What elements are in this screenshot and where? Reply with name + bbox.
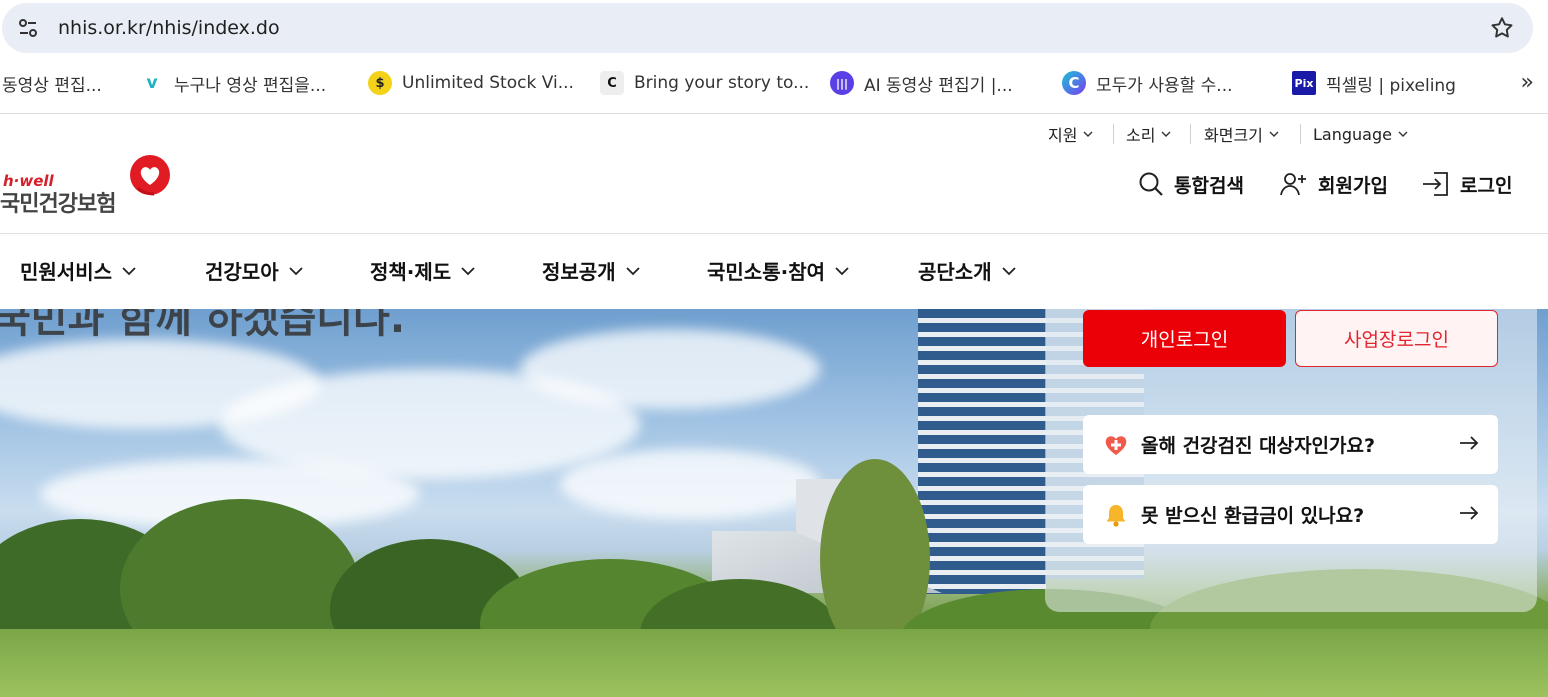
site-info-icon[interactable] (4, 4, 52, 52)
nav-item-participation[interactable]: 국민소통·참여 (707, 256, 849, 285)
nav-item-policy[interactable]: 정책·제도 (370, 256, 475, 285)
utility-language[interactable]: Language (1313, 120, 1408, 148)
nav-item-about[interactable]: 공단소개 (918, 256, 1016, 285)
personal-login-button[interactable]: 개인로그인 (1083, 310, 1286, 367)
quick-link-refund[interactable]: 못 받으신 환급금이 있나요? (1083, 485, 1498, 544)
utility-divider (1113, 124, 1114, 144)
nav-item-civil-service[interactable]: 민원서비스 (20, 256, 136, 285)
address-bar[interactable]: nhis.or.kr/nhis/index.do (2, 3, 1533, 53)
signup-button[interactable]: 회원가입 (1280, 168, 1388, 200)
chevron-down-icon (461, 266, 475, 275)
bookmark-item[interactable]: v 누구나 영상 편집을... (140, 66, 326, 100)
search-icon (1139, 172, 1163, 196)
bookmark-item[interactable]: C Bring your story to... (600, 66, 809, 100)
login-icon (1423, 172, 1448, 196)
utility-divider (1300, 124, 1301, 144)
utility-sound[interactable]: 소리 (1126, 120, 1171, 148)
arrow-right-icon (1460, 506, 1479, 520)
utility-sound-label: 소리 (1126, 126, 1156, 145)
signup-label: 회원가입 (1318, 174, 1388, 197)
business-login-button[interactable]: 사업장로그인 (1295, 310, 1498, 367)
integrated-search-label: 통합검색 (1174, 174, 1244, 197)
login-button[interactable]: 로그인 (1422, 168, 1512, 200)
lawn (0, 629, 1548, 697)
nav-label: 민원서비스 (20, 260, 112, 284)
heart-plus-icon (1103, 432, 1129, 458)
heart-logo-icon (130, 155, 170, 196)
nav-item-disclosure[interactable]: 정보공개 (542, 256, 640, 285)
utility-language-label: Language (1313, 124, 1392, 144)
audio-wave-icon: ||| (830, 71, 854, 95)
bookmark-label: 동영상 편집... (2, 75, 102, 96)
vrew-icon: v (146, 73, 158, 93)
cloud (560, 449, 820, 519)
bookmark-label: AI 동영상 편집기 |... (864, 75, 1013, 96)
bookmark-label: Unlimited Stock Vi... (402, 73, 574, 93)
quick-link-label: 못 받으신 환급금이 있나요? (1141, 505, 1365, 527)
chevron-down-icon (1001, 266, 1016, 275)
bookmarks-bar: 동영상 편집... v 누구나 영상 편집을... $ Unlimited St… (0, 60, 1548, 106)
utility-support[interactable]: 지원 (1048, 120, 1093, 148)
bookmark-label: 모두가 사용할 수... (1096, 75, 1233, 96)
pix-icon: Pix (1292, 71, 1316, 95)
nav-label: 국민소통·참여 (707, 260, 825, 284)
logo-name: 국민건강보험 (0, 192, 116, 217)
nav-item-health-moa[interactable]: 건강모아 (205, 256, 303, 285)
clipchamp-icon: C (600, 71, 624, 95)
url-text[interactable]: nhis.or.kr/nhis/index.do (58, 17, 280, 39)
canva-icon: C (1062, 71, 1086, 95)
bookmark-item[interactable]: 동영상 편집... (2, 66, 102, 100)
add-user-icon (1280, 173, 1306, 196)
chevron-down-icon (122, 266, 136, 275)
bookmark-item[interactable]: C 모두가 사용할 수... (1062, 66, 1233, 100)
cloud (520, 329, 820, 409)
chevron-down-icon (625, 266, 640, 275)
nav-label: 건강모아 (205, 260, 279, 284)
bell-icon (1103, 502, 1129, 528)
chevron-down-icon (1398, 131, 1408, 137)
nav-label: 공단소개 (918, 260, 992, 284)
chevron-down-icon (835, 266, 849, 275)
chevron-down-icon (1083, 131, 1093, 137)
bookmarks-overflow-button[interactable]: » (1521, 70, 1534, 95)
chevron-down-icon (288, 266, 303, 275)
quick-link-health-checkup[interactable]: 올해 건강검진 대상자인가요? (1083, 415, 1498, 474)
quick-link-label: 올해 건강검진 대상자인가요? (1141, 435, 1376, 457)
building-tower (918, 309, 1046, 594)
utility-screen-size[interactable]: 화면크기 (1204, 120, 1279, 148)
utility-screen-size-label: 화면크기 (1204, 126, 1263, 145)
browser-toolbar: nhis.or.kr/nhis/index.do (0, 0, 1548, 60)
bookmark-item[interactable]: $ Unlimited Stock Vi... (368, 66, 574, 100)
integrated-search-button[interactable]: 통합검색 (1138, 168, 1244, 200)
nav-label: 정책·제도 (370, 260, 452, 284)
chevron-down-icon (1161, 131, 1171, 137)
login-label: 로그인 (1460, 174, 1513, 197)
chevron-down-icon (1269, 131, 1279, 137)
bookmark-item[interactable]: ||| AI 동영상 편집기 |... (830, 66, 1013, 100)
nav-label: 정보공개 (542, 260, 616, 284)
utility-support-label: 지원 (1048, 126, 1078, 145)
bookmark-label: 픽셀링 | pixeling (1326, 75, 1456, 96)
storyblocks-icon: $ (368, 71, 392, 95)
arrow-right-icon (1460, 436, 1479, 450)
utility-divider (1190, 124, 1191, 144)
bookmark-star-icon[interactable] (1489, 15, 1515, 41)
bookmark-label: Bring your story to... (634, 73, 810, 93)
bookmark-item[interactable]: Pix 픽셀링 | pixeling (1292, 66, 1456, 100)
bookmark-label: 누구나 영상 편집을... (174, 75, 327, 96)
chrome-divider (0, 113, 1548, 114)
